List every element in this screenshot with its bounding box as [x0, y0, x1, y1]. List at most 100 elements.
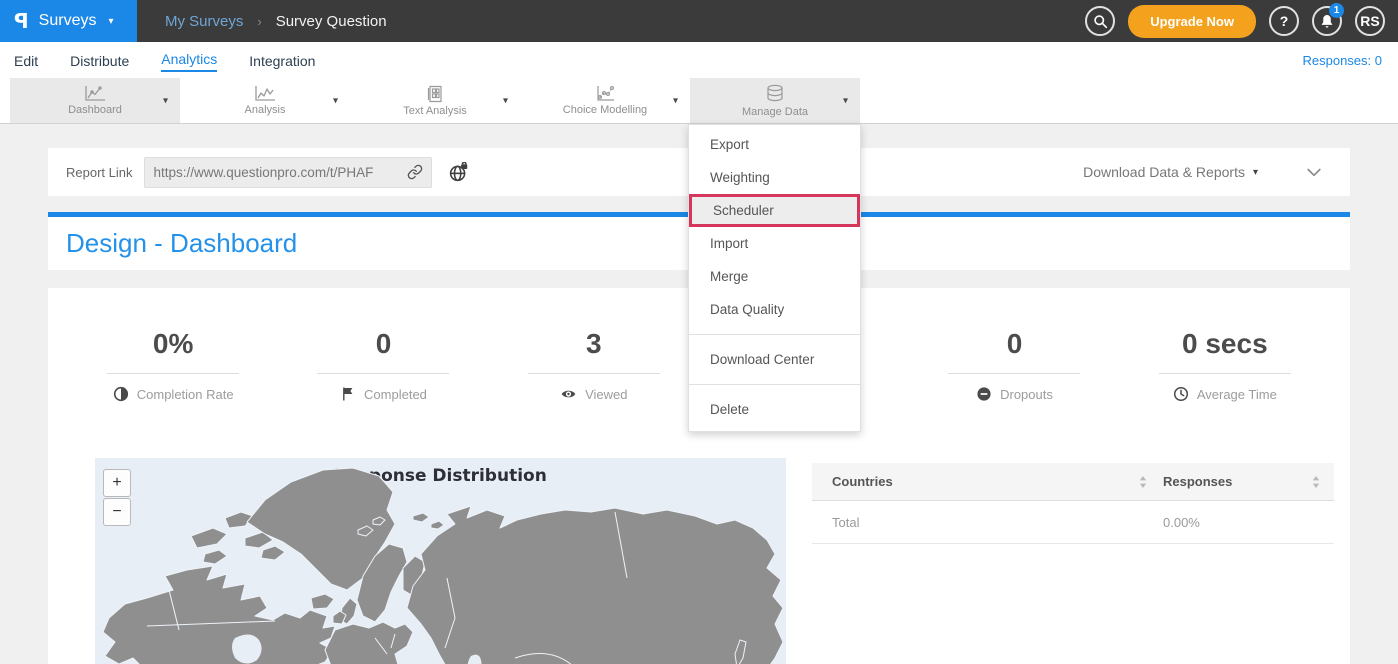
globe-lock-icon[interactable] [448, 162, 469, 183]
countries-table: Countries Responses Total 0. [812, 463, 1334, 664]
caret-down-icon[interactable]: ▾ [163, 95, 168, 106]
link-icon[interactable] [407, 164, 423, 180]
questionpro-logo: P [14, 9, 29, 33]
manage-data-menu: Export Weighting Scheduler Import Merge … [688, 124, 861, 432]
tab-label: Analysis [245, 104, 286, 116]
report-url-input[interactable] [153, 165, 401, 180]
caret-down-icon[interactable]: ▾ [843, 95, 848, 106]
stat-value: 0 secs [1120, 328, 1330, 360]
app-window: P Surveys ▾ My Surveys › Survey Question… [0, 0, 1398, 664]
breadcrumb-current: Survey Question [276, 13, 387, 30]
page-title: Design - Dashboard [66, 228, 297, 259]
question-mark-icon: ? [1280, 13, 1289, 29]
line-chart-icon [84, 85, 106, 102]
breadcrumb: My Surveys › Survey Question [165, 13, 387, 30]
avatar-initials: RS [1360, 13, 1379, 29]
line-chart-icon [254, 85, 276, 102]
stat-completed: 0 Completed [278, 328, 488, 402]
tab-label: Manage Data [742, 106, 808, 118]
minus-circle-icon [976, 386, 992, 402]
help-button[interactable]: ? [1269, 6, 1299, 36]
topbar: P Surveys ▾ My Surveys › Survey Question… [0, 0, 1398, 42]
nav-item-edit[interactable]: Edit [14, 51, 38, 69]
tab-label: Text Analysis [403, 105, 467, 117]
menu-divider [689, 334, 860, 335]
scatter-chart-icon [594, 85, 616, 102]
tab-dashboard[interactable]: Dashboard ▾ [10, 78, 180, 123]
stat-dropouts: 0 Dropouts [909, 328, 1119, 402]
caret-down-icon: ▾ [1253, 167, 1258, 178]
stat-label: Completed [364, 387, 427, 402]
caret-down-icon[interactable]: ▾ [673, 95, 678, 106]
caret-down-icon: ▾ [108, 16, 113, 27]
search-icon [1093, 14, 1108, 29]
surveys-product-switcher[interactable]: P Surveys ▾ [0, 0, 137, 42]
notifications-button[interactable]: 1 [1312, 6, 1342, 36]
menu-item-weighting[interactable]: Weighting [689, 161, 860, 194]
breadcrumb-my-surveys[interactable]: My Surveys [165, 13, 243, 30]
product-name: Surveys [39, 12, 97, 30]
row-country-label: Total [832, 515, 859, 530]
stat-label: Dropouts [1000, 387, 1053, 402]
world-map-svg [95, 458, 786, 664]
topbar-actions: Upgrade Now ? 1 RS [1085, 5, 1398, 38]
sort-icon[interactable] [1139, 476, 1147, 488]
breadcrumb-separator-icon: › [257, 14, 261, 29]
stat-value: 0 [278, 328, 488, 360]
nav-item-distribute[interactable]: Distribute [70, 51, 129, 69]
report-url-box [144, 157, 432, 188]
stat-value: 0 [909, 328, 1119, 360]
map-zoom-in-button[interactable]: + [103, 469, 131, 497]
sort-icon[interactable] [1312, 476, 1320, 488]
upgrade-now-button[interactable]: Upgrade Now [1128, 5, 1256, 38]
search-button[interactable] [1085, 6, 1115, 36]
stat-completion-rate: 0% Completion Rate [68, 328, 278, 402]
map-zoom-controls: + − [103, 469, 131, 526]
nav-item-integration[interactable]: Integration [249, 51, 315, 69]
analytics-toolbar: Dashboard ▾ Analysis ▾ Text Analysis ▾ C… [0, 78, 1398, 124]
database-icon [765, 84, 785, 104]
nav-item-analytics[interactable]: Analytics [161, 49, 217, 72]
menu-item-merge[interactable]: Merge [689, 260, 860, 293]
tab-choice-modelling[interactable]: Choice Modelling ▾ [520, 78, 690, 123]
menu-item-data-quality[interactable]: Data Quality [689, 293, 860, 326]
section-nav: Edit Distribute Analytics Integration Re… [0, 42, 1398, 78]
download-data-label: Download Data & Reports [1083, 164, 1245, 180]
menu-item-import[interactable]: Import [689, 227, 860, 260]
menu-item-delete[interactable]: Delete [689, 393, 860, 426]
flag-icon [340, 386, 356, 402]
tab-manage-data[interactable]: Manage Data ▾ [690, 78, 860, 123]
stat-value: 3 [489, 328, 699, 360]
eye-icon [560, 386, 577, 402]
column-header-countries[interactable]: Countries [832, 474, 893, 489]
document-icon [426, 85, 444, 103]
stat-label: Completion Rate [137, 387, 234, 402]
stat-average-time: 0 secs Average Time [1120, 328, 1330, 402]
collapse-panel-button[interactable] [1304, 162, 1324, 182]
caret-down-icon[interactable]: ▾ [333, 95, 338, 106]
report-link-label: Report Link [66, 165, 132, 180]
tab-label: Choice Modelling [563, 104, 647, 116]
clock-icon [1173, 386, 1189, 402]
notification-badge: 1 [1329, 3, 1344, 18]
tab-text-analysis[interactable]: Text Analysis ▾ [350, 78, 520, 123]
responses-count-link[interactable]: Responses: 0 [1303, 53, 1385, 68]
stat-viewed: 3 Viewed [489, 328, 699, 402]
menu-item-scheduler[interactable]: Scheduler [689, 194, 860, 227]
chevron-down-icon [1304, 162, 1324, 182]
tab-label: Dashboard [68, 104, 122, 116]
countries-table-header: Countries Responses [812, 463, 1334, 501]
caret-down-icon[interactable]: ▾ [503, 95, 508, 106]
menu-item-export[interactable]: Export [689, 128, 860, 161]
column-header-responses[interactable]: Responses [1163, 474, 1232, 489]
stat-value: 0% [68, 328, 278, 360]
user-avatar[interactable]: RS [1355, 6, 1385, 36]
menu-item-download-center[interactable]: Download Center [689, 343, 860, 376]
tab-analysis[interactable]: Analysis ▾ [180, 78, 350, 123]
table-row: Total 0.00% [812, 501, 1334, 544]
download-data-dropdown[interactable]: Download Data & Reports ▾ [1083, 164, 1258, 180]
response-distribution-section: + − Response Distribution [48, 458, 1350, 664]
menu-divider [689, 384, 860, 385]
stat-label: Viewed [585, 387, 627, 402]
map-zoom-out-button[interactable]: − [103, 498, 131, 526]
